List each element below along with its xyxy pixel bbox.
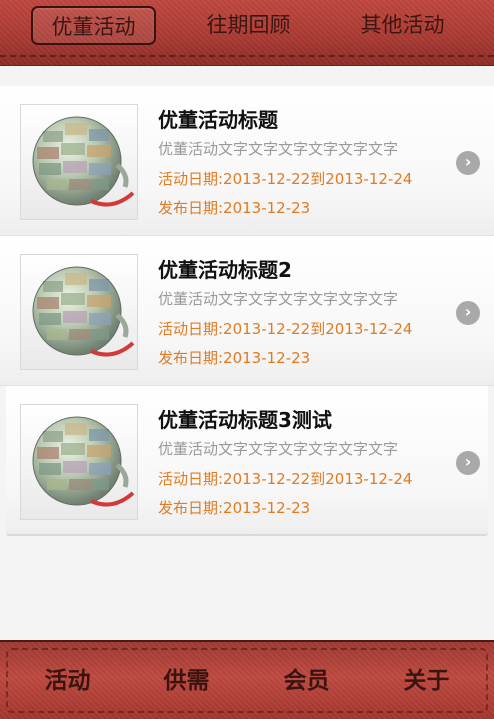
- globe-money-image: [20, 254, 138, 370]
- item-publish-date: 发布日期:2013-12-23: [158, 199, 311, 217]
- item-description: 优董活动文字文字文字文字文字文字: [158, 140, 399, 158]
- item-description: 优董活动文字文字文字文字文字文字: [158, 440, 399, 458]
- nav-activities[interactable]: 活动: [6, 642, 129, 719]
- list-item[interactable]: 优董活动标题2 优董活动文字文字文字文字文字文字 活动日期:2013-12-22…: [0, 236, 494, 386]
- item-title: 优董活动标题3测试: [158, 408, 332, 432]
- chevron-right-icon[interactable]: ›: [456, 151, 480, 175]
- list-item[interactable]: 优董活动标题3测试 优董活动文字文字文字文字文字文字 活动日期:2013-12-…: [6, 386, 488, 536]
- item-title: 优董活动标题: [158, 108, 278, 132]
- nav-members[interactable]: 会员: [245, 642, 368, 719]
- activity-list: 优董活动标题 优董活动文字文字文字文字文字文字 活动日期:2013-12-22到…: [0, 86, 494, 536]
- tab-other-activities[interactable]: 其他活动: [340, 6, 465, 45]
- tab-past-review[interactable]: 往期回顾: [186, 6, 311, 45]
- globe-money-image: [20, 404, 138, 520]
- item-publish-date: 发布日期:2013-12-23: [158, 499, 311, 517]
- top-tab-bar: 优董活动 往期回顾 其他活动: [0, 0, 494, 66]
- item-event-date: 活动日期:2013-12-22到2013-12-24: [158, 320, 413, 338]
- tab-current-activities[interactable]: 优董活动: [31, 6, 156, 45]
- app-screen: 优董活动 往期回顾 其他活动 优董活动标题 优董活动文字文字文字文字文字文字 活…: [0, 0, 494, 719]
- item-description: 优董活动文字文字文字文字文字文字: [158, 290, 399, 308]
- item-publish-date: 发布日期:2013-12-23: [158, 349, 311, 367]
- nav-supply-demand[interactable]: 供需: [125, 642, 248, 719]
- bottom-nav-bar: 活动 供需 会员 关于: [0, 640, 494, 719]
- chevron-right-icon[interactable]: ›: [456, 451, 480, 475]
- item-event-date: 活动日期:2013-12-22到2013-12-24: [158, 170, 413, 188]
- nav-about[interactable]: 关于: [365, 642, 488, 719]
- item-title: 优董活动标题2: [158, 258, 292, 282]
- item-event-date: 活动日期:2013-12-22到2013-12-24: [158, 470, 413, 488]
- chevron-right-icon[interactable]: ›: [456, 301, 480, 325]
- list-item[interactable]: 优董活动标题 优董活动文字文字文字文字文字文字 活动日期:2013-12-22到…: [0, 86, 494, 236]
- globe-money-image: [20, 104, 138, 220]
